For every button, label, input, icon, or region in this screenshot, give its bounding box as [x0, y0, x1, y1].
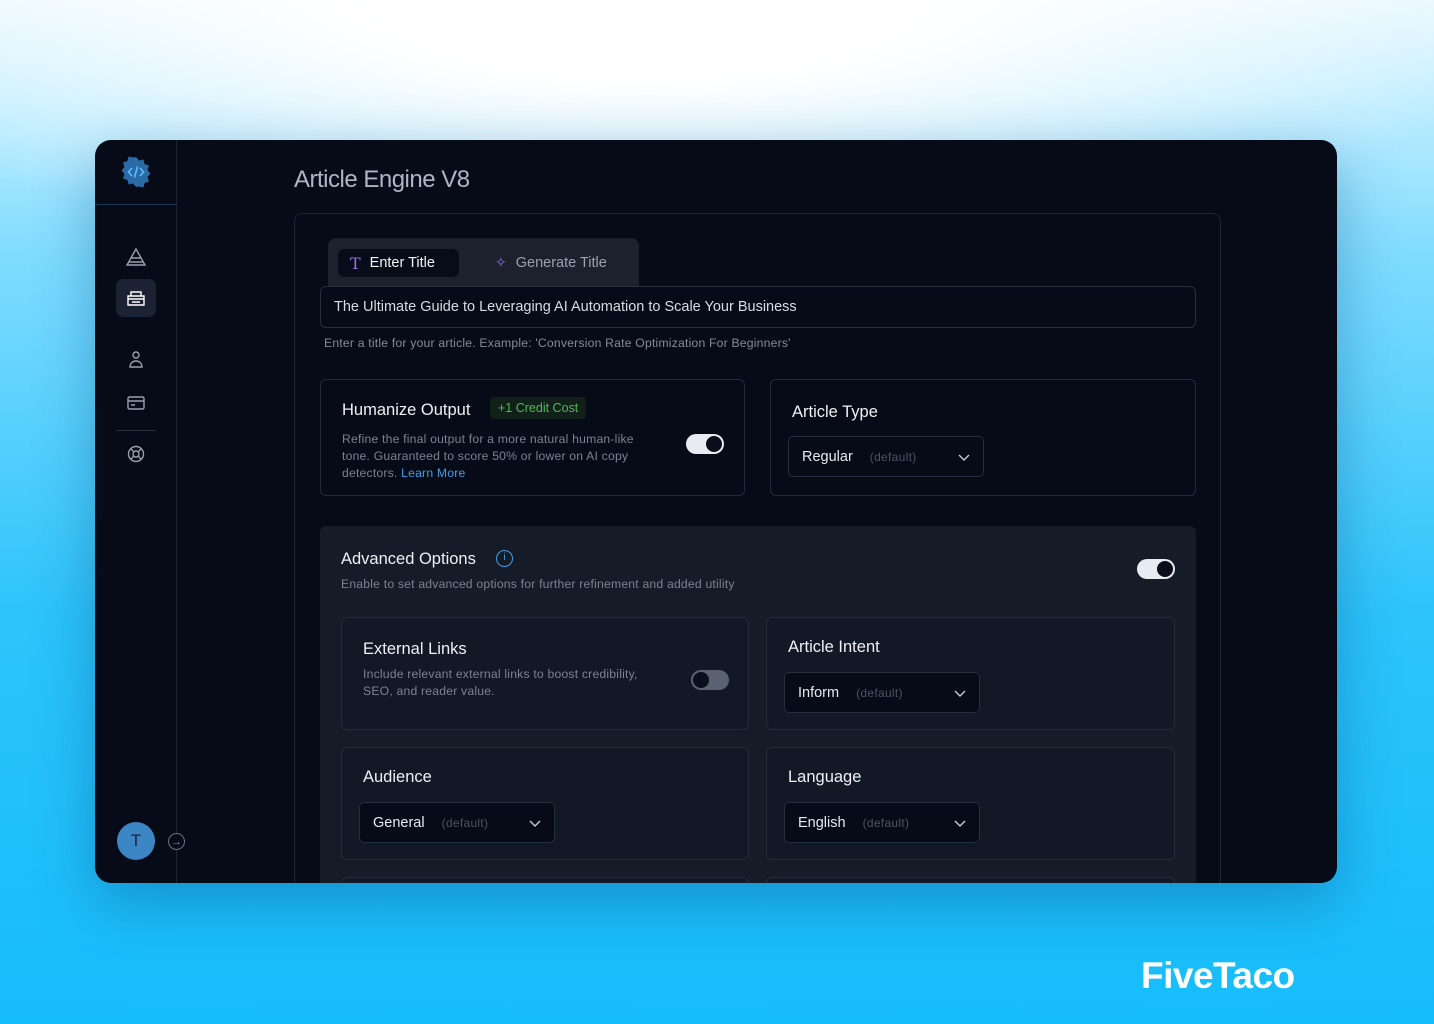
option-card	[766, 877, 1175, 883]
lifebuoy-icon	[127, 445, 145, 463]
card-title: Article Type	[792, 403, 878, 421]
text-icon: T	[350, 253, 361, 273]
avatar[interactable]: T	[117, 822, 155, 860]
title-tabs: T Enter Title ✧ Generate Title	[328, 238, 639, 288]
user-icon	[129, 351, 143, 368]
tab-label: Enter Title	[369, 255, 435, 271]
card-title: External Links	[363, 640, 467, 658]
advanced-options-toggle[interactable]	[1137, 559, 1175, 579]
arrow-right-icon: →	[171, 835, 182, 848]
card-title: Article Intent	[788, 638, 880, 656]
sidebar-item-pyramid[interactable]	[116, 238, 156, 276]
sidebar-item-billing[interactable]	[116, 384, 156, 422]
sidebar-item-article-engine[interactable]	[116, 279, 156, 317]
sidebar-item-account[interactable]	[116, 340, 156, 378]
tab-generate-title[interactable]: ✧ Generate Title	[483, 249, 619, 277]
chevron-down-icon	[954, 820, 966, 827]
page-title: Article Engine V8	[294, 166, 470, 193]
section-description: Enable to set advanced options for furth…	[341, 577, 735, 591]
article-type-select[interactable]: Regular (default)	[788, 436, 984, 477]
divider	[95, 204, 177, 205]
advanced-options-section: Advanced Options i Enable to set advance…	[320, 526, 1196, 883]
app-window: T → Article Engine V8 T Enter Title ✧ Gene…	[95, 140, 1337, 883]
chevron-down-icon	[958, 454, 970, 461]
article-intent-select[interactable]: Inform (default)	[784, 672, 980, 713]
article-intent-card: Article Intent Inform (default)	[766, 617, 1175, 730]
tab-label: Generate Title	[515, 255, 607, 271]
chevron-down-icon	[954, 690, 966, 697]
collapse-sidebar-button[interactable]: →	[168, 833, 185, 850]
sidebar: T	[95, 140, 177, 883]
credit-card-icon	[127, 396, 145, 410]
external-links-toggle[interactable]	[691, 670, 729, 690]
section-title: Advanced Options	[341, 550, 476, 568]
tab-enter-title[interactable]: T Enter Title	[338, 249, 459, 277]
typewriter-icon	[127, 291, 145, 306]
fivetaco-logo: FiveTaco	[1141, 955, 1295, 996]
title-hint: Enter a title for your article. Example:…	[324, 336, 791, 350]
card-description: Refine the final output for a more natur…	[342, 432, 634, 480]
title-input[interactable]: The Ultimate Guide to Leveraging AI Auto…	[320, 286, 1196, 328]
default-label: (default)	[856, 685, 903, 700]
audience-select[interactable]: General (default)	[359, 802, 555, 843]
info-icon[interactable]: i	[496, 550, 513, 567]
article-type-card: Article Type Regular (default)	[770, 379, 1196, 496]
default-label: (default)	[441, 815, 489, 830]
humanize-card: Humanize Output +1 Credit Cost Refine th…	[320, 379, 745, 496]
audience-card: Audience General (default)	[341, 747, 749, 860]
pyramid-icon	[125, 247, 147, 266]
language-select[interactable]: English (default)	[784, 802, 980, 843]
select-value: General	[373, 814, 425, 831]
card-title: Language	[788, 768, 862, 786]
default-label: (default)	[862, 815, 910, 830]
card-title: Humanize Output	[342, 401, 471, 419]
humanize-toggle[interactable]	[686, 434, 724, 454]
sidebar-item-support[interactable]	[116, 435, 156, 473]
select-value: Regular	[802, 448, 853, 465]
credit-cost-badge: +1 Credit Cost	[490, 397, 587, 419]
divider	[116, 430, 156, 431]
learn-more-link[interactable]: Learn More	[401, 466, 465, 480]
default-label: (default)	[869, 449, 917, 464]
language-card: Language English (default)	[766, 747, 1175, 860]
card-description: Include relevant external links to boost…	[363, 667, 638, 698]
select-value: Inform	[798, 684, 840, 701]
option-card	[341, 877, 749, 883]
chevron-down-icon	[529, 820, 541, 827]
sparkles-icon: ✧	[495, 255, 507, 271]
card-title: Audience	[363, 768, 432, 786]
external-links-card: External Links Include relevant external…	[341, 617, 749, 730]
select-value: English	[798, 814, 846, 831]
app-logo-icon	[119, 155, 153, 189]
